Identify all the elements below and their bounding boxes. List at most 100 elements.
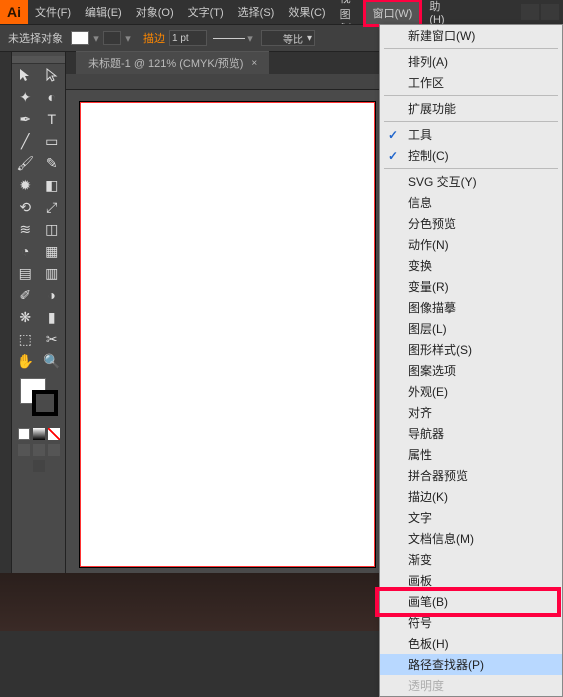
menu-arrange[interactable]: 排列(A) (380, 51, 562, 72)
slice-tool[interactable]: ✂ (39, 328, 66, 350)
menu-pattern-options[interactable]: 图案选项 (380, 360, 562, 381)
menu-object[interactable]: 对象(O) (129, 0, 181, 24)
lasso-tool[interactable]: ◐ (39, 86, 66, 108)
menu-graphic-styles[interactable]: 图形样式(S) (380, 339, 562, 360)
type-tool[interactable]: T (39, 108, 66, 130)
paintbrush-tool[interactable]: 🖌 (12, 152, 39, 174)
menu-select[interactable]: 选择(S) (231, 0, 282, 24)
draw-behind-icon[interactable] (33, 444, 45, 456)
app-logo: Ai (0, 0, 28, 24)
screen-mode-icon[interactable] (33, 460, 45, 472)
mesh-tool[interactable]: ▤ (12, 262, 39, 284)
blend-tool[interactable]: ◑ (39, 284, 66, 306)
menu-image-trace[interactable]: 图像描摹 (380, 297, 562, 318)
menu-edit[interactable]: 编辑(E) (78, 0, 129, 24)
close-icon[interactable]: × (251, 58, 257, 69)
menubar: Ai 文件(F) 编辑(E) 对象(O) 文字(T) 选择(S) 效果(C) 视… (0, 0, 563, 24)
scale-tool[interactable]: ⤢ (39, 196, 66, 218)
stroke-swatch[interactable] (103, 31, 121, 45)
check-icon: ✓ (388, 128, 398, 142)
menu-info[interactable]: 信息 (380, 192, 562, 213)
rotate-tool[interactable]: ⟲ (12, 196, 39, 218)
graph-tool[interactable]: ▮ (39, 306, 66, 328)
selection-tool[interactable] (12, 64, 39, 86)
toolbox-grip[interactable] (12, 56, 65, 64)
stroke-indicator[interactable] (32, 390, 58, 416)
draw-normal-icon[interactable] (18, 444, 30, 456)
menu-svg-interact[interactable]: SVG 交互(Y) (380, 171, 562, 192)
fill-swatch[interactable] (71, 31, 89, 45)
menu-tools[interactable]: ✓工具 (380, 124, 562, 145)
none-mode-icon[interactable] (48, 428, 60, 440)
document-tab-title: 未标题-1 @ 121% (CMYK/预览) (88, 55, 243, 71)
free-transform-tool[interactable]: ◫ (39, 218, 66, 240)
eyedropper-tool[interactable]: ✐ (12, 284, 39, 306)
magic-wand-tool[interactable]: ✦ (12, 86, 39, 108)
menu-transparency[interactable]: 透明度 (380, 675, 562, 696)
menu-attributes[interactable]: 属性 (380, 444, 562, 465)
menu-type[interactable]: 文字 (380, 507, 562, 528)
zoom-tool[interactable]: 🔍 (39, 350, 66, 372)
stroke-style-preview[interactable] (213, 38, 245, 39)
menu-pathfinder[interactable]: 路径查找器(P) (380, 654, 562, 675)
layout-icon[interactable] (521, 4, 539, 20)
draw-inside-icon[interactable] (48, 444, 60, 456)
shape-builder-tool[interactable]: ◔ (12, 240, 39, 262)
color-mode-icon[interactable] (18, 428, 30, 440)
perspective-tool[interactable]: ▦ (39, 240, 66, 262)
menu-actions[interactable]: 动作(N) (380, 234, 562, 255)
menu-align[interactable]: 对齐 (380, 402, 562, 423)
artboard[interactable] (80, 102, 375, 567)
menu-artboards[interactable]: 画板 (380, 570, 562, 591)
menu-view[interactable]: 视图(V (333, 0, 363, 24)
fill-stroke-indicator[interactable] (12, 372, 65, 426)
selection-status: 未选择对象 (8, 30, 63, 46)
menu-window[interactable]: 窗口(W) (363, 0, 423, 27)
menu-new-window[interactable]: 新建窗口(W) (380, 25, 562, 46)
menu-extensions[interactable]: 扩展功能 (380, 98, 562, 119)
menu-doc-info[interactable]: 文档信息(M) (380, 528, 562, 549)
stroke-label[interactable]: 描边 (143, 30, 165, 46)
left-dock[interactable] (0, 52, 12, 629)
fill-dropdown-icon[interactable]: ▾ (91, 32, 101, 45)
menu-symbols[interactable]: 符号 (380, 612, 562, 633)
check-icon: ✓ (388, 149, 398, 163)
menu-flattener[interactable]: 拼合器预览 (380, 465, 562, 486)
menu-color[interactable]: 色板(H) (380, 633, 562, 654)
direct-selection-tool[interactable] (39, 64, 66, 86)
document-tab[interactable]: 未标题-1 @ 121% (CMYK/预览) × (76, 51, 269, 74)
blob-brush-tool[interactable]: ✹ (12, 174, 39, 196)
rectangle-tool[interactable]: ▭ (39, 130, 66, 152)
menu-variables[interactable]: 变量(R) (380, 276, 562, 297)
menu-transform[interactable]: 变换 (380, 255, 562, 276)
menu-control[interactable]: ✓控制(C) (380, 145, 562, 166)
menu-effect[interactable]: 效果(C) (281, 0, 332, 24)
menu-layers[interactable]: 图层(L) (380, 318, 562, 339)
gradient-mode-icon[interactable] (33, 428, 45, 440)
pencil-tool[interactable]: ✎ (39, 152, 66, 174)
artboard-tool[interactable]: ⬚ (12, 328, 39, 350)
menu-text[interactable]: 文字(T) (181, 0, 231, 24)
stroke-weight-input[interactable] (169, 30, 207, 46)
eraser-tool[interactable]: ◧ (39, 174, 66, 196)
profile-select[interactable]: 等比▾ (261, 30, 315, 46)
menu-help[interactable]: 助(H) (422, 0, 452, 24)
hand-tool[interactable]: ✋ (12, 350, 39, 372)
menu-stroke[interactable]: 描边(K) (380, 486, 562, 507)
menu-brushes[interactable]: 画笔(B) (380, 591, 562, 612)
symbol-sprayer-tool[interactable]: ❋ (12, 306, 39, 328)
stroke-dropdown-icon[interactable]: ▾ (123, 32, 133, 45)
menu-file[interactable]: 文件(F) (28, 0, 78, 24)
stroke-style-dropdown-icon[interactable]: ▾ (245, 32, 255, 45)
menu-gradient[interactable]: 渐变 (380, 549, 562, 570)
width-tool[interactable]: ≋ (12, 218, 39, 240)
menu-appearance[interactable]: 外观(E) (380, 381, 562, 402)
menu-workspace[interactable]: 工作区 (380, 72, 562, 93)
gradient-tool[interactable]: ▥ (39, 262, 66, 284)
arrange-icon[interactable] (541, 4, 559, 20)
pen-tool[interactable]: ✒ (12, 108, 39, 130)
menu-navigator[interactable]: 导航器 (380, 423, 562, 444)
menu-sep-preview[interactable]: 分色预览 (380, 213, 562, 234)
line-tool[interactable]: ╱ (12, 130, 39, 152)
menubar-right (519, 4, 559, 20)
